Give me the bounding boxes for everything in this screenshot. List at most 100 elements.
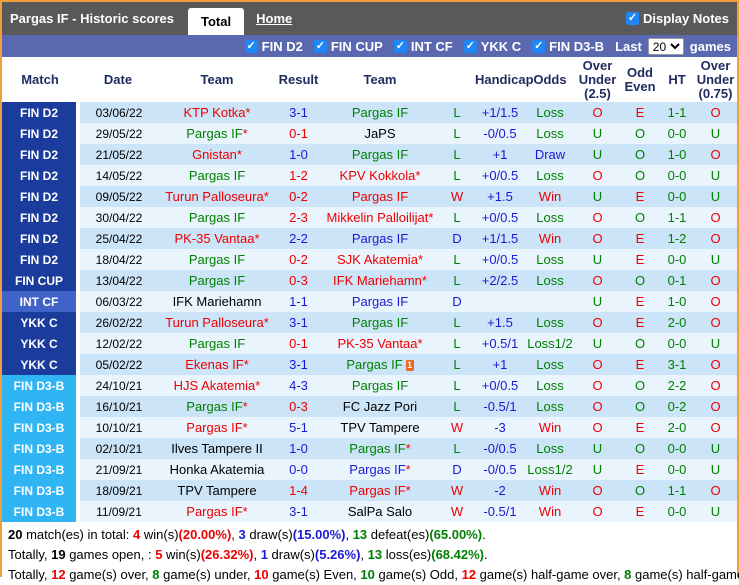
table-row: FIN D3-B 24/10/21 HJS Akatemia* 4-3 Pargas I… bbox=[2, 375, 737, 397]
display-notes-label: Display Notes bbox=[643, 11, 729, 26]
home-advantage-star: * bbox=[242, 126, 248, 142]
win-draw-loss: L bbox=[439, 270, 475, 292]
tab-total[interactable]: Total bbox=[188, 8, 245, 35]
handicap-line: -0.5/1 bbox=[475, 396, 525, 418]
win-draw-loss: L bbox=[439, 438, 475, 460]
home-team: KTP Kotka* bbox=[158, 102, 276, 124]
handicap-result: Win bbox=[525, 501, 575, 523]
home-team: Pargas IF* bbox=[158, 501, 276, 523]
odd-even: O bbox=[620, 480, 660, 502]
fin-d2-checkbox[interactable]: ✓ bbox=[244, 39, 258, 53]
over-under-075: U bbox=[694, 501, 737, 523]
over-under-25: O bbox=[575, 480, 620, 502]
home-advantage-star: * bbox=[236, 147, 242, 163]
league-badge: FIN D3-B bbox=[2, 375, 80, 397]
half-time-score: 1-0 bbox=[660, 291, 694, 313]
table-row: YKK C 12/02/22 Pargas IF 0-1 PK-35 Vantaa* L +… bbox=[2, 333, 737, 355]
match-date: 30/04/22 bbox=[78, 207, 158, 229]
handicap-line: +0/0.5 bbox=[475, 375, 525, 397]
match-date: 03/06/22 bbox=[78, 102, 158, 124]
away-team: Pargas IF 1 bbox=[321, 354, 439, 376]
league-badge: FIN D3-B bbox=[2, 459, 80, 481]
half-time-score: 1-1 bbox=[660, 480, 694, 502]
full-time-score: 3-1 bbox=[276, 354, 321, 376]
odd-even: O bbox=[620, 396, 660, 418]
odd-even: E bbox=[620, 228, 660, 250]
col-odd-even: Odd Even bbox=[620, 57, 660, 103]
handicap-result: Loss bbox=[525, 123, 575, 145]
match-date: 05/02/22 bbox=[78, 354, 158, 376]
away-team: SalPa Salo bbox=[321, 501, 439, 523]
half-time-score: 0-0 bbox=[660, 123, 694, 145]
handicap-line: +0/0.5 bbox=[475, 165, 525, 187]
win-draw-loss: L bbox=[439, 207, 475, 229]
odd-even: E bbox=[620, 417, 660, 439]
ykk-c-checkbox[interactable]: ✓ bbox=[463, 39, 477, 53]
over-under-075: U bbox=[694, 438, 737, 460]
league-badge: YKK C bbox=[2, 354, 80, 376]
handicap-line: +1 bbox=[475, 144, 525, 166]
over-under-075: U bbox=[694, 165, 737, 187]
half-time-score: 0-0 bbox=[660, 333, 694, 355]
games-label: games bbox=[689, 38, 731, 54]
over-under-25: O bbox=[575, 375, 620, 397]
match-date: 10/10/21 bbox=[78, 417, 158, 439]
odd-even: O bbox=[620, 333, 660, 355]
col-result: Result bbox=[276, 57, 321, 103]
handicap-result: Win bbox=[525, 417, 575, 439]
home-advantage-star: * bbox=[405, 483, 411, 499]
summary-line-3: Totally, 12 game(s) over, 8 game(s) unde… bbox=[8, 567, 739, 583]
over-under-075: O bbox=[694, 228, 737, 250]
table-row: FIN D3-B 02/10/21 Ilves Tampere II 1-0 Parga… bbox=[2, 438, 737, 460]
full-time-score: 1-2 bbox=[276, 165, 321, 187]
handicap-result: Loss bbox=[525, 354, 575, 376]
int-cf-checkbox[interactable]: ✓ bbox=[393, 39, 407, 53]
fin-d3-b-checkbox[interactable]: ✓ bbox=[532, 39, 546, 53]
win-draw-loss: L bbox=[439, 249, 475, 271]
win-draw-loss: L bbox=[439, 396, 475, 418]
odd-even: O bbox=[620, 375, 660, 397]
odd-even: E bbox=[620, 291, 660, 313]
home-team: Pargas IF bbox=[158, 333, 276, 355]
home-team: Honka Akatemia bbox=[158, 459, 276, 481]
col-home-team: Team bbox=[158, 57, 276, 103]
handicap-line: +0.5/1 bbox=[475, 333, 525, 355]
table-row: FIN D3-B 18/09/21 TPV Tampere 1-4 Pargas IF*… bbox=[2, 480, 737, 502]
full-time-score: 3-1 bbox=[276, 501, 321, 523]
over-under-075: O bbox=[694, 207, 737, 229]
col-over-under-25: Over Under (2.5) bbox=[575, 57, 620, 103]
win-draw-loss: W bbox=[439, 186, 475, 208]
page-title: Pargas IF - Historic scores bbox=[10, 11, 175, 26]
league-badge: INT CF bbox=[2, 291, 80, 313]
win-draw-loss: L bbox=[439, 375, 475, 397]
away-team: Pargas IF bbox=[321, 228, 439, 250]
over-under-075: O bbox=[694, 144, 737, 166]
fin-cup-checkbox[interactable]: ✓ bbox=[313, 39, 327, 53]
full-time-score: 2-3 bbox=[276, 207, 321, 229]
win-draw-loss: L bbox=[439, 354, 475, 376]
over-under-25: O bbox=[575, 270, 620, 292]
tab-home[interactable]: Home bbox=[250, 11, 298, 26]
match-date: 21/05/22 bbox=[78, 144, 158, 166]
match-date: 06/03/22 bbox=[78, 291, 158, 313]
home-team: Gnistan* bbox=[158, 144, 276, 166]
games-count-select[interactable]: 20 bbox=[647, 37, 684, 55]
full-time-score: 0-1 bbox=[276, 123, 321, 145]
match-date: 13/04/22 bbox=[78, 270, 158, 292]
table-row: FIN D2 03/06/22 KTP Kotka* 3-1 Pargas IF L +1/… bbox=[2, 102, 737, 124]
filter-fin-d2: ✓ FIN D2 bbox=[244, 38, 303, 54]
win-draw-loss: W bbox=[439, 480, 475, 502]
over-under-25: O bbox=[575, 165, 620, 187]
odd-even: E bbox=[620, 501, 660, 523]
half-time-score: 1-0 bbox=[660, 144, 694, 166]
odd-even: O bbox=[620, 207, 660, 229]
display-notes-checkbox[interactable]: ✓ bbox=[626, 12, 640, 25]
title-bar: Pargas IF - Historic scores Total Home ✓… bbox=[2, 2, 737, 35]
home-advantage-star: * bbox=[417, 252, 423, 268]
home-advantage-star: * bbox=[255, 378, 261, 394]
home-team: Pargas IF bbox=[158, 249, 276, 271]
col-over-under-075: Over Under (0.75) bbox=[694, 57, 737, 103]
col-date: Date bbox=[78, 57, 158, 103]
match-date: 21/09/21 bbox=[78, 459, 158, 481]
away-team: Pargas IF bbox=[321, 312, 439, 334]
